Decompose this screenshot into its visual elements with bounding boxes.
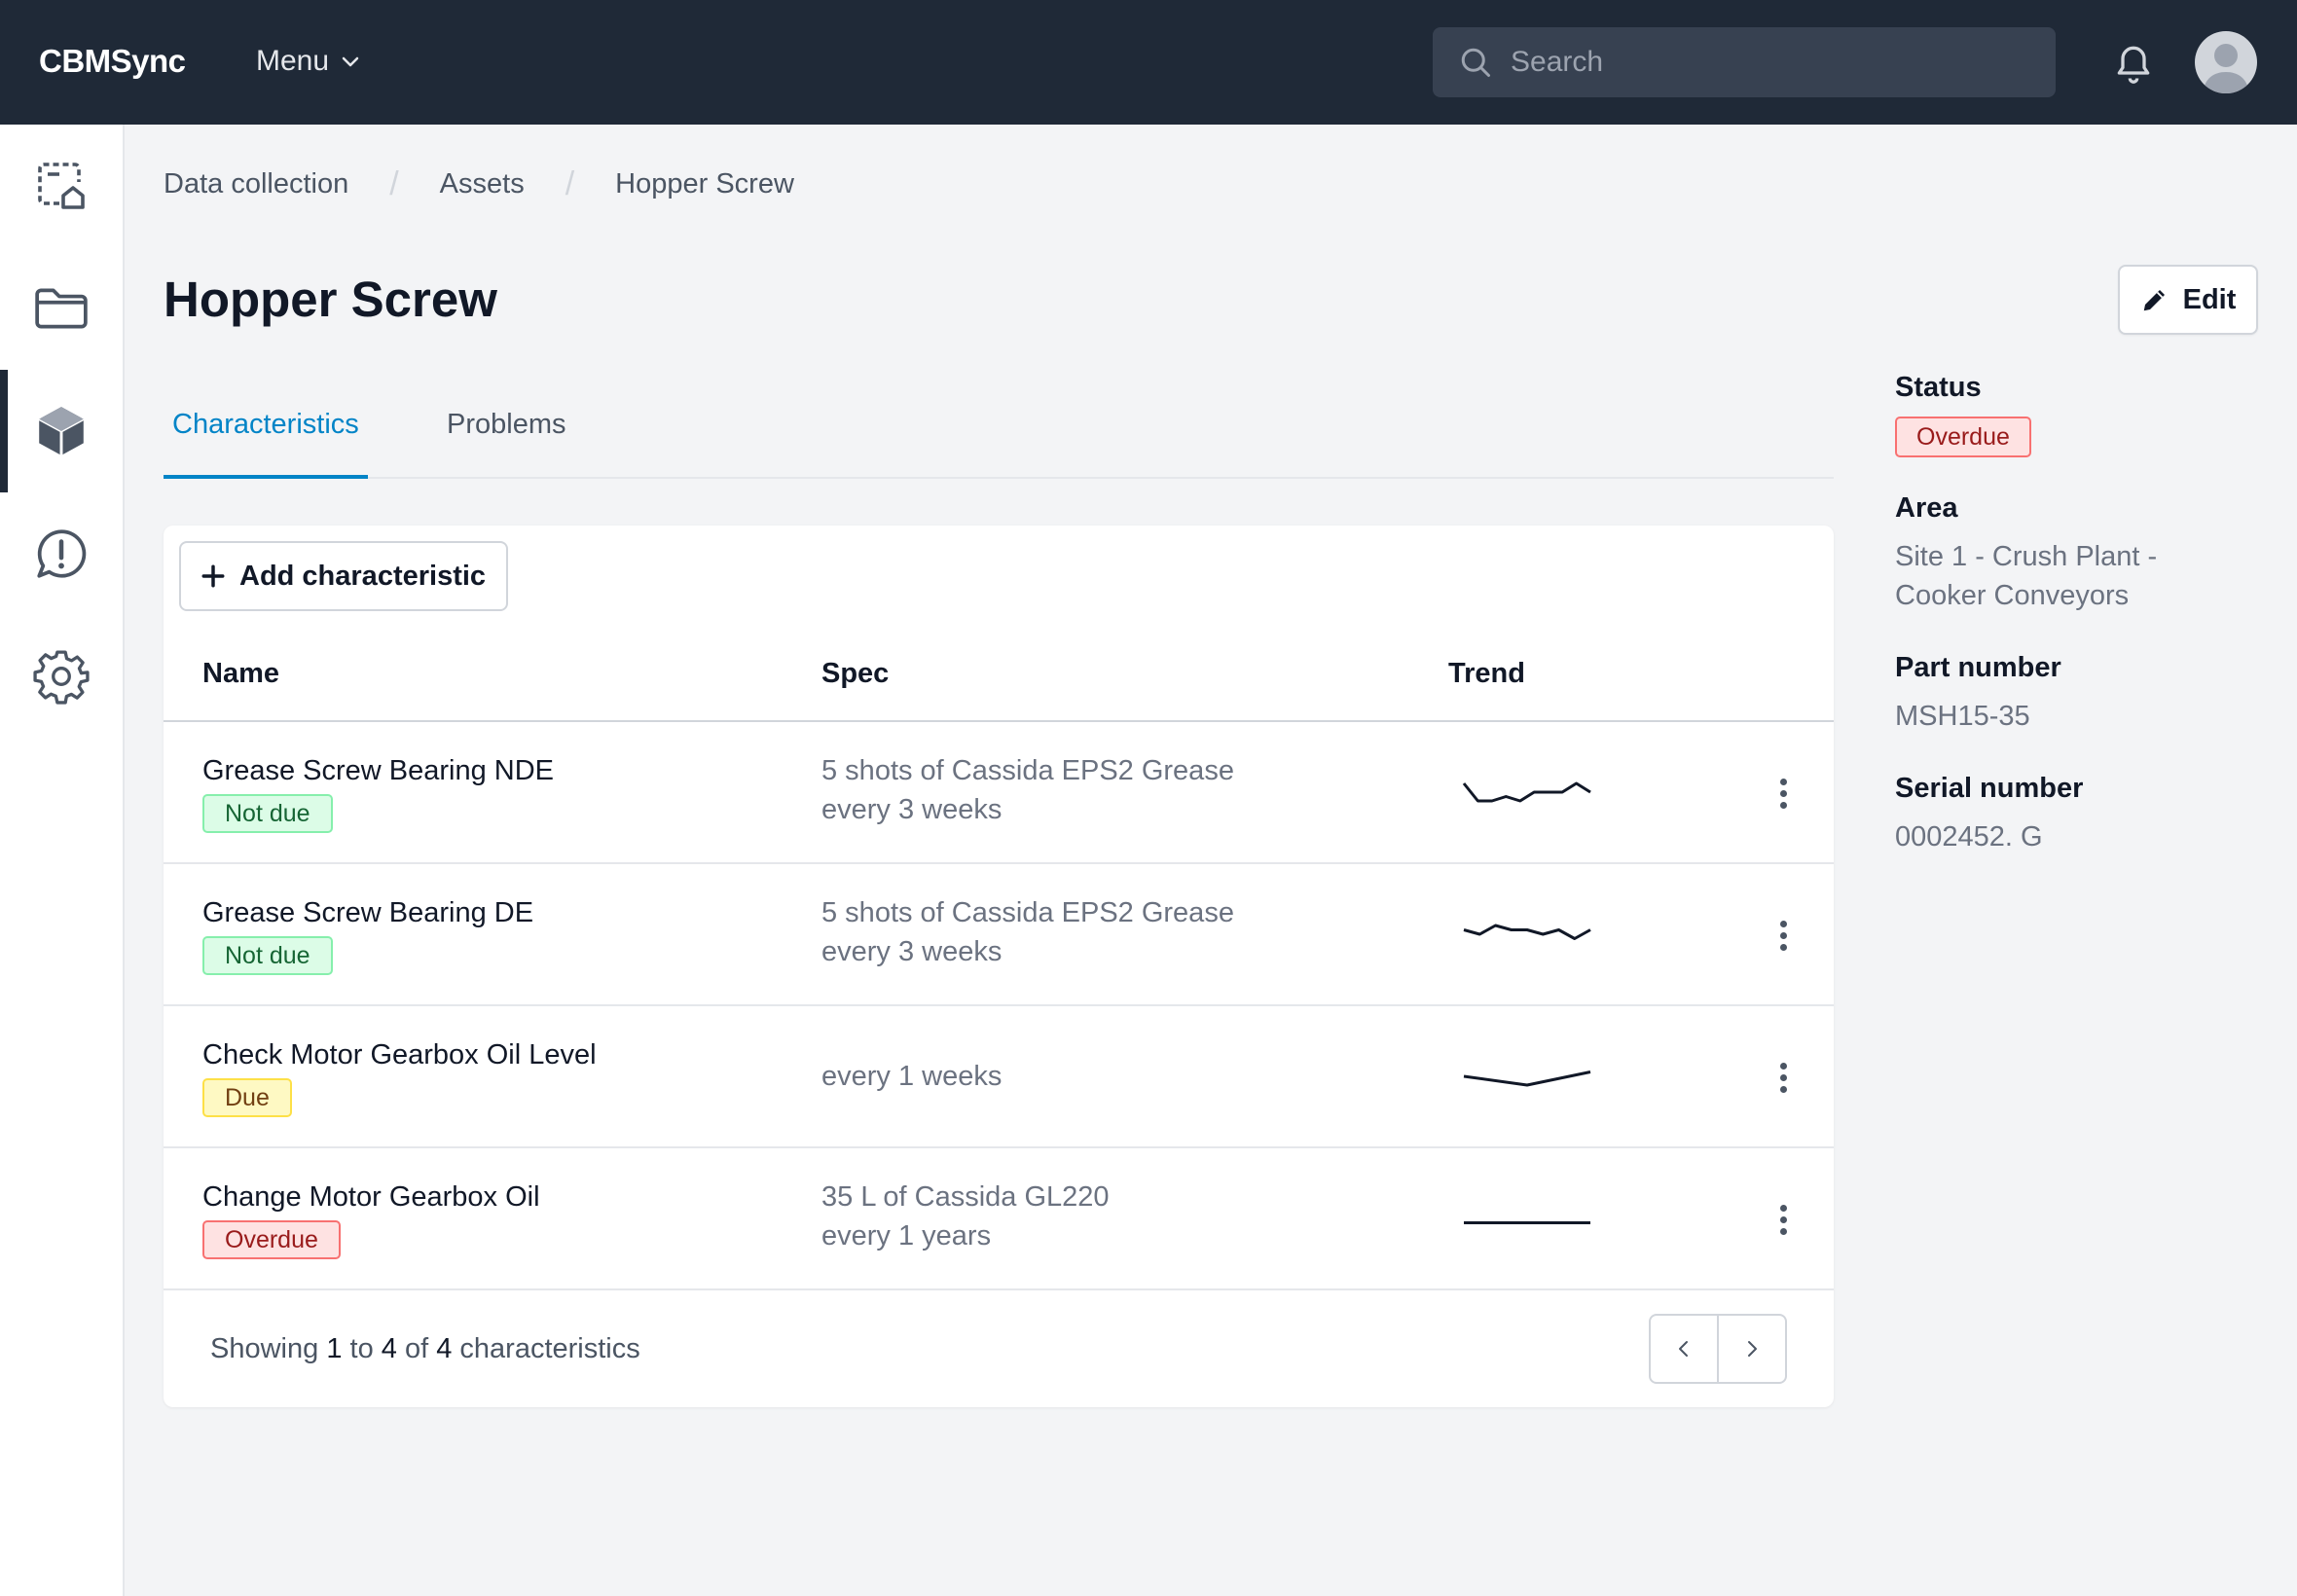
chevron-down-icon (342, 56, 359, 67)
trend-sparkline (1463, 924, 1591, 940)
edit-label: Edit (2182, 283, 2237, 315)
characteristics-card: Add characteristic Name Spec Trend Greas… (164, 526, 1834, 1407)
tab-bar: Characteristics Problems (164, 399, 1834, 479)
pencil-icon (2143, 290, 2165, 311)
summary-from: 1 (326, 1333, 343, 1364)
spec-line: 5 shots of Cassida EPS2 Grease (821, 897, 1234, 928)
spec-text: every 1 weeks (821, 1057, 1002, 1096)
breadcrumb: Data collection / Assets / Hopper Screw (164, 165, 794, 203)
characteristic-name[interactable]: Check Motor Gearbox Oil Level (202, 1039, 597, 1071)
row-actions-menu[interactable] (1771, 774, 1795, 813)
serial-number-label: Serial number (1895, 773, 2084, 804)
folder-icon (35, 288, 88, 329)
pagination-controls (1649, 1314, 1787, 1384)
column-header-name[interactable]: Name (202, 658, 279, 690)
column-header-trend[interactable]: Trend (1448, 658, 1525, 690)
serial-number-value: 0002452. G (1895, 821, 2043, 852)
asset-status-badge: Overdue (1895, 417, 2031, 457)
summary-word: to (349, 1333, 374, 1364)
menu-dropdown[interactable]: Menu (256, 45, 362, 78)
status-badge: Overdue (202, 1220, 341, 1259)
characteristic-name[interactable]: Grease Screw Bearing DE (202, 897, 533, 929)
spec-line: 35 L of Cassida GL220 (821, 1181, 1110, 1213)
spec-text: 5 shots of Cassida EPS2 Grease every 3 w… (821, 893, 1234, 971)
pagination-summary: Showing 1 to 4 of 4 characteristics (210, 1333, 640, 1365)
table-row[interactable]: Check Motor Gearbox Oil Level Due every … (164, 1006, 1834, 1148)
alert-message-icon (37, 529, 87, 578)
cube-icon (38, 407, 85, 455)
edit-button[interactable]: Edit (2118, 265, 2258, 335)
status-badge: Due (202, 1078, 292, 1117)
area-value: Site 1 - Crush Plant - Cooker Conveyors (1895, 537, 2157, 615)
status-label: Status (1895, 372, 1982, 403)
part-number-value: MSH15-35 (1895, 701, 2030, 732)
summary-word: Showing (210, 1333, 319, 1364)
area-label: Area (1895, 492, 1958, 524)
spec-line: every 1 weeks (821, 1061, 1003, 1092)
menu-label: Menu (256, 45, 330, 77)
bell-icon (2117, 46, 2150, 84)
status-badge: Not due (202, 794, 333, 833)
previous-page-button[interactable] (1651, 1316, 1719, 1382)
sidebar (0, 125, 125, 1596)
summary-to: 4 (381, 1333, 397, 1364)
sidebar-item-settings[interactable] (0, 615, 123, 738)
part-number-label: Part number (1895, 652, 2061, 683)
spec-line: 5 shots of Cassida EPS2 Grease (821, 755, 1234, 786)
search-input[interactable] (1511, 46, 2056, 79)
table-row[interactable]: Change Motor Gearbox Oil Overdue 35 L of… (164, 1148, 1834, 1290)
spec-line: every 3 weeks (821, 794, 1003, 825)
sidebar-item-assets[interactable] (0, 370, 123, 492)
breadcrumb-assets[interactable]: Assets (440, 168, 525, 200)
trend-sparkline (1462, 781, 1591, 803)
search-icon (1461, 48, 1490, 77)
table-row[interactable]: Grease Screw Bearing NDE Not due 5 shots… (164, 722, 1834, 864)
tab-problems[interactable]: Problems (438, 399, 575, 479)
row-actions-menu[interactable] (1771, 1058, 1795, 1097)
add-characteristic-label: Add characteristic (239, 560, 487, 592)
notifications-button[interactable] (2112, 39, 2155, 91)
row-actions-menu[interactable] (1771, 1200, 1795, 1239)
sidebar-item-problems[interactable] (0, 492, 123, 615)
user-silhouette-icon (2203, 44, 2249, 93)
sidebar-item-dashboard[interactable] (0, 125, 123, 247)
breadcrumb-separator: / (565, 165, 575, 202)
area-line: Cooker Conveyors (1895, 580, 2130, 611)
spec-line: every 3 weeks (821, 936, 1003, 967)
status-badge: Not due (202, 936, 333, 975)
spec-text: 35 L of Cassida GL220 every 1 years (821, 1178, 1110, 1255)
characteristic-name[interactable]: Grease Screw Bearing NDE (202, 755, 554, 787)
tab-characteristics[interactable]: Characteristics (164, 399, 368, 479)
chevron-left-icon (1679, 1341, 1688, 1357)
spec-text: 5 shots of Cassida EPS2 Grease every 3 w… (821, 751, 1234, 829)
dashboard-icon (38, 163, 85, 209)
next-page-button[interactable] (1719, 1316, 1785, 1382)
table-row[interactable]: Grease Screw Bearing DE Not due 5 shots … (164, 864, 1834, 1006)
top-navigation-bar: CBMSync Menu (0, 0, 2297, 125)
trend-sparkline (1464, 1221, 1590, 1224)
summary-word: of (404, 1333, 429, 1364)
spec-line: every 1 years (821, 1220, 992, 1251)
breadcrumb-data-collection[interactable]: Data collection (164, 168, 348, 200)
app-logo[interactable]: CBMSync (39, 43, 186, 80)
breadcrumb-separator: / (389, 165, 399, 202)
area-line: Site 1 - Crush Plant - (1895, 541, 2158, 572)
sidebar-item-folders[interactable] (0, 247, 123, 370)
summary-word: characteristics (459, 1333, 640, 1364)
gear-icon (33, 650, 90, 705)
user-avatar[interactable] (2195, 31, 2257, 93)
column-header-spec[interactable]: Spec (821, 658, 889, 690)
trend-sparkline (1463, 1070, 1591, 1087)
chevron-right-icon (1748, 1341, 1757, 1357)
breadcrumb-current: Hopper Screw (615, 168, 794, 200)
plus-icon (201, 564, 225, 588)
summary-total: 4 (436, 1333, 453, 1364)
characteristic-name[interactable]: Change Motor Gearbox Oil (202, 1181, 540, 1214)
add-characteristic-button[interactable]: Add characteristic (179, 541, 508, 611)
page-title: Hopper Screw (164, 272, 497, 327)
row-actions-menu[interactable] (1771, 916, 1795, 955)
search-box[interactable] (1433, 27, 2056, 97)
